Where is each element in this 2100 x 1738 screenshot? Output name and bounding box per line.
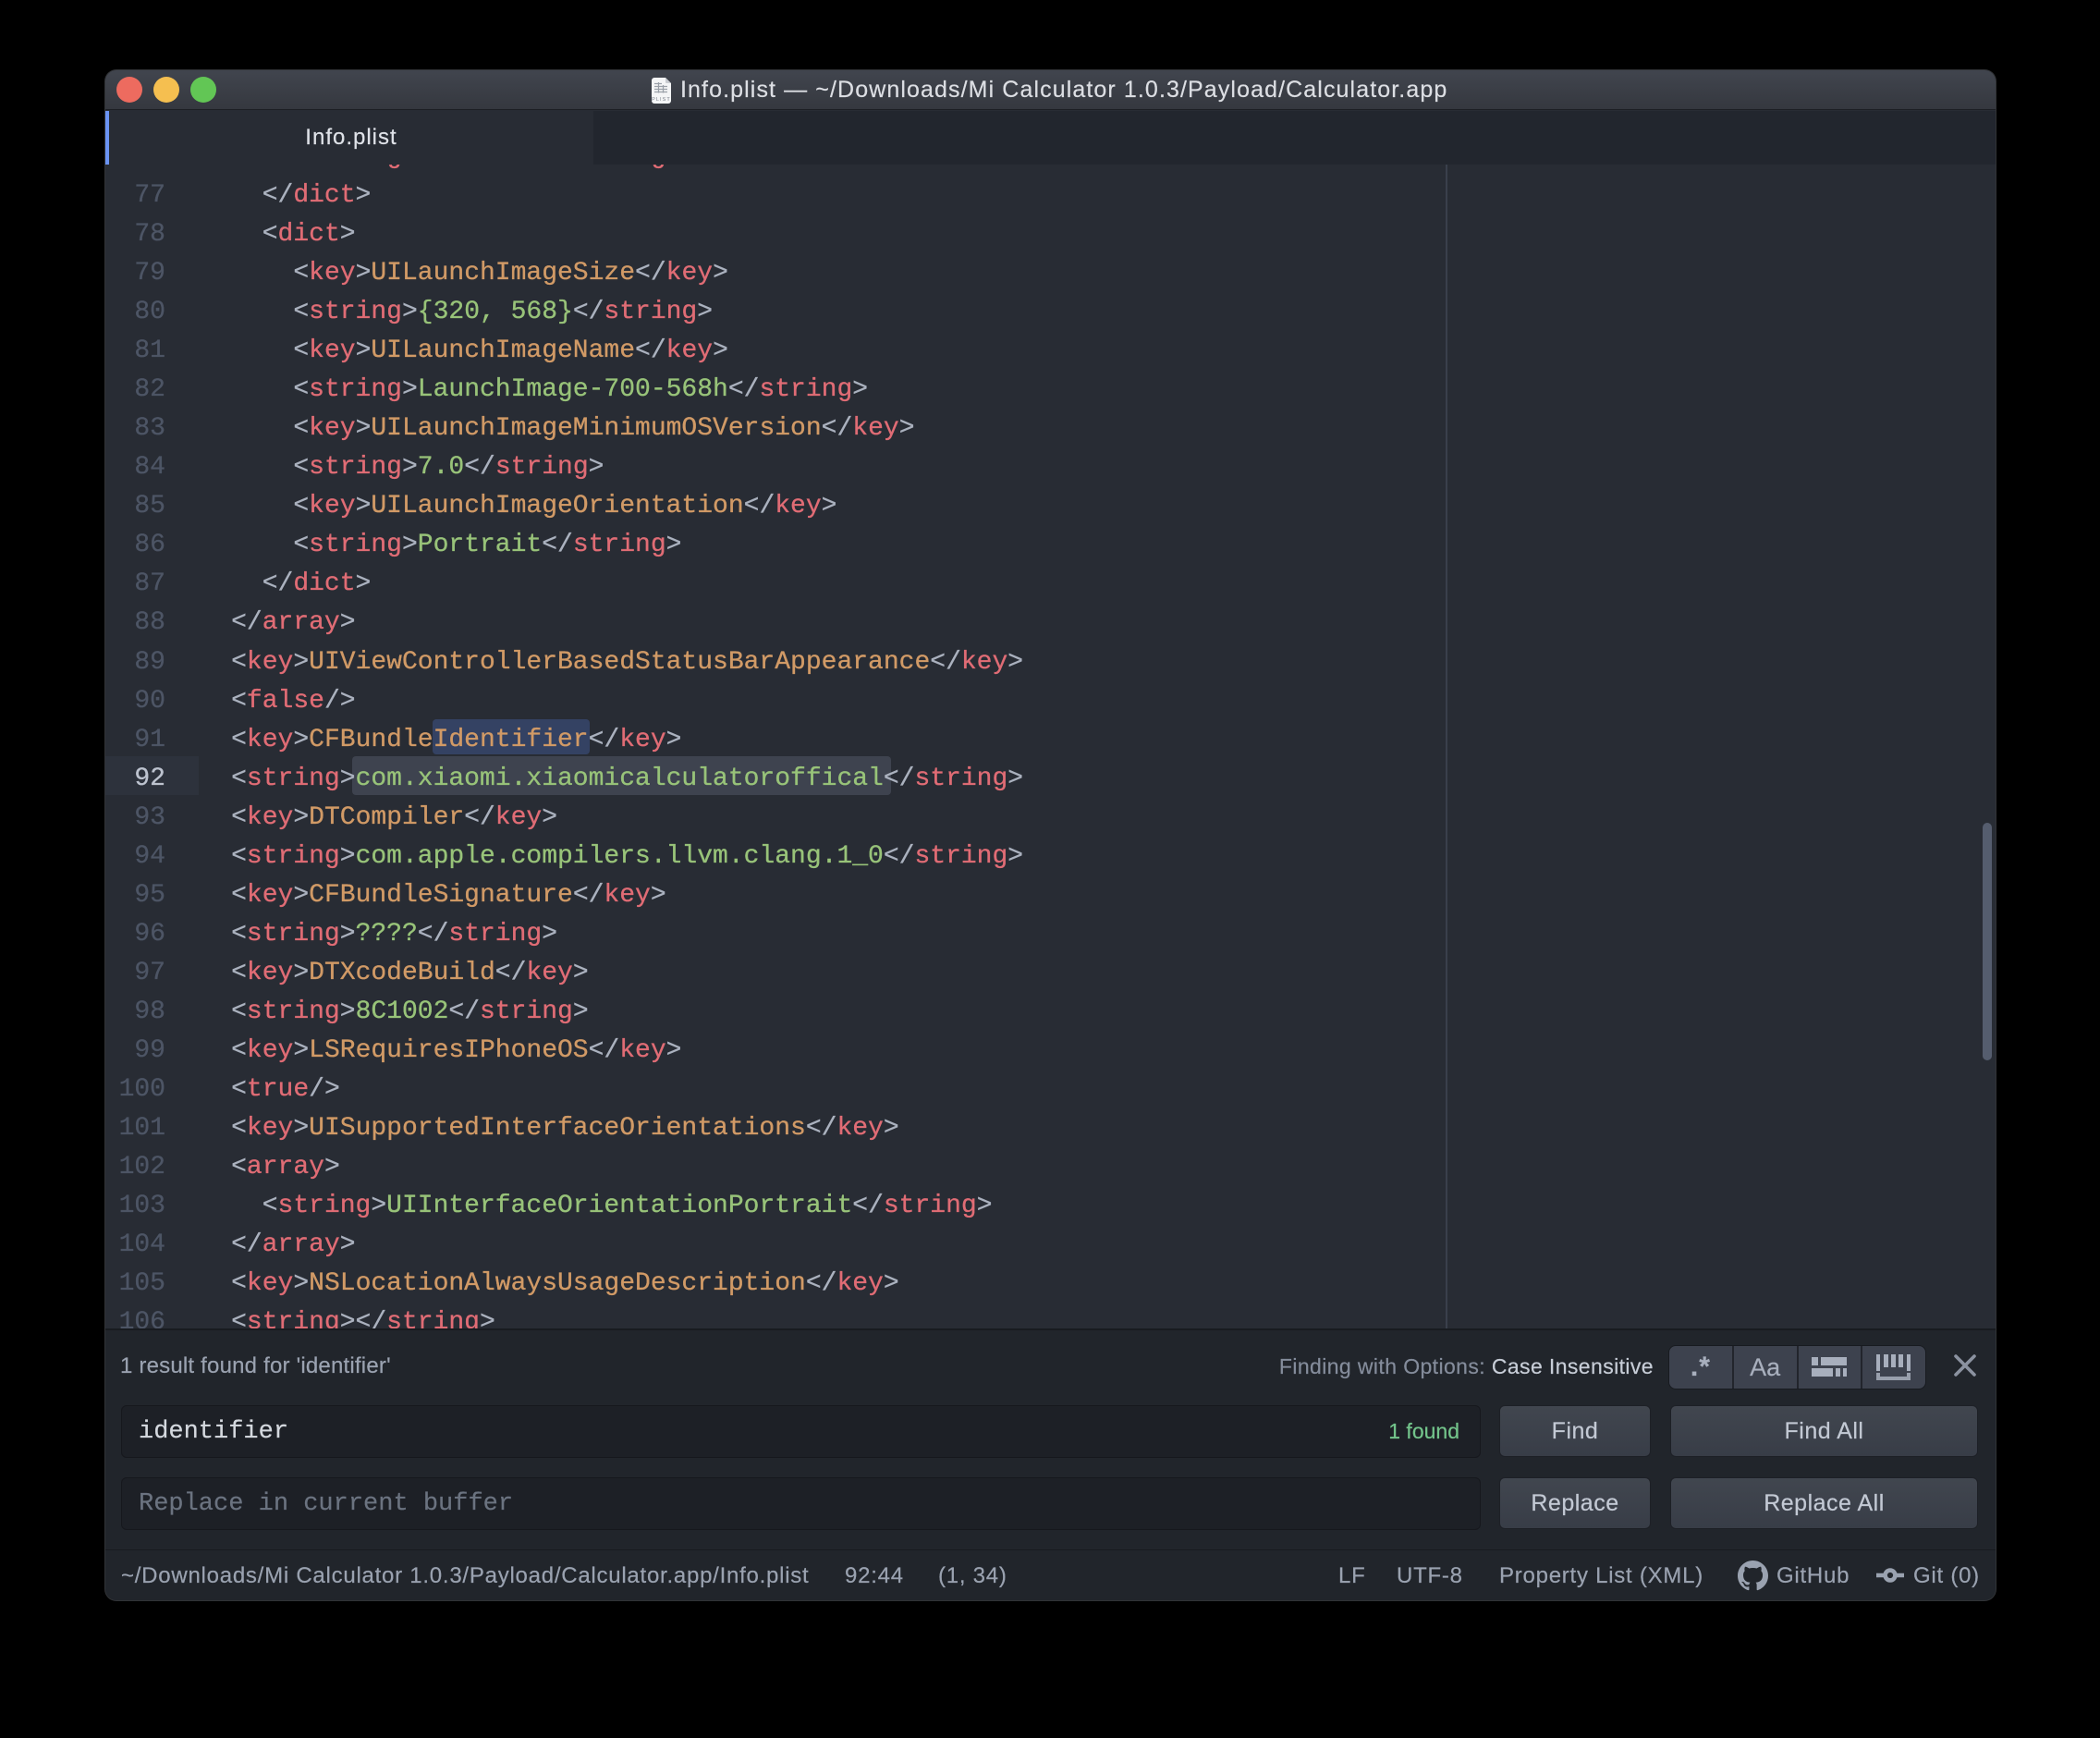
svg-text:PLIST: PLIST — [652, 97, 671, 103]
